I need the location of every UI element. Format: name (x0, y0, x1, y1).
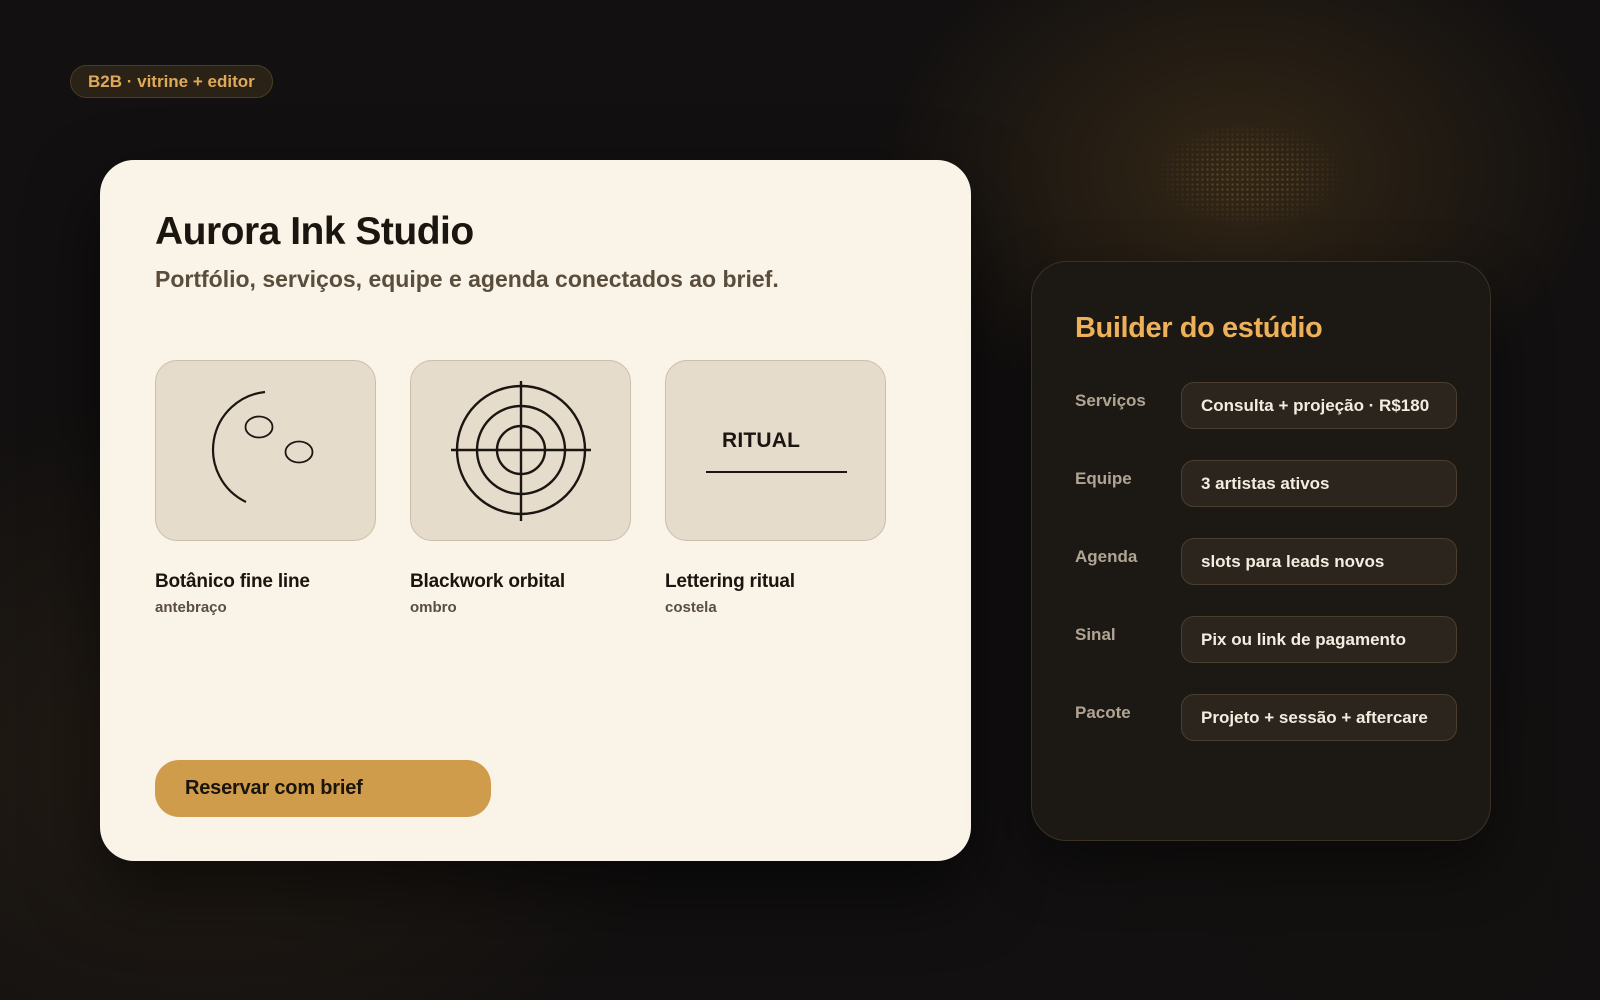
lettering-underline (706, 471, 847, 473)
portfolio-item-name: Botânico fine line (155, 571, 310, 592)
builder-title: Builder do estúdio (1075, 312, 1323, 344)
builder-row-label-deposit: Sinal (1075, 625, 1116, 644)
studio-showcase-card: Aurora Ink Studio Portfólio, serviços, e… (100, 160, 971, 861)
builder-row-label-schedule: Agenda (1075, 547, 1138, 566)
team-field[interactable]: 3 artistas ativos (1181, 460, 1457, 507)
portfolio-item-name: Lettering ritual (665, 571, 795, 592)
package-field[interactable]: Projeto + sessão + aftercare (1181, 694, 1457, 741)
orbital-target-art (451, 381, 591, 521)
portfolio-item-placement: ombro (410, 599, 457, 616)
services-field[interactable]: Consulta + projeção · R$180 (1181, 382, 1457, 429)
mode-badge: B2B · vitrine + editor (70, 65, 273, 98)
studio-title: Aurora Ink Studio (155, 210, 474, 253)
schedule-field[interactable]: slots para leads novos (1181, 538, 1457, 585)
botanical-fine-line-art (212, 390, 314, 503)
portfolio-tile-orbital[interactable] (410, 360, 631, 541)
dot-pattern-decoration (1155, 122, 1345, 228)
lettering-art-text: RITUAL (722, 429, 801, 452)
studio-subtitle: Portfólio, serviços, equipe e agenda con… (155, 266, 779, 292)
portfolio-tile-lettering[interactable]: RITUAL (665, 360, 886, 541)
builder-row-label-services: Serviços (1075, 391, 1146, 410)
builder-row-label-team: Equipe (1075, 469, 1132, 488)
portfolio-item-placement: antebraço (155, 599, 227, 616)
portfolio-item-placement: costela (665, 599, 717, 616)
portfolio-tile-botanical[interactable] (155, 360, 376, 541)
book-with-brief-button[interactable]: Reservar com brief (155, 760, 491, 817)
studio-builder-panel: Builder do estúdio Serviços Consulta + p… (1031, 261, 1491, 841)
builder-row-label-package: Pacote (1075, 703, 1131, 722)
deposit-field[interactable]: Pix ou link de pagamento (1181, 616, 1457, 663)
portfolio-item-name: Blackwork orbital (410, 571, 565, 592)
